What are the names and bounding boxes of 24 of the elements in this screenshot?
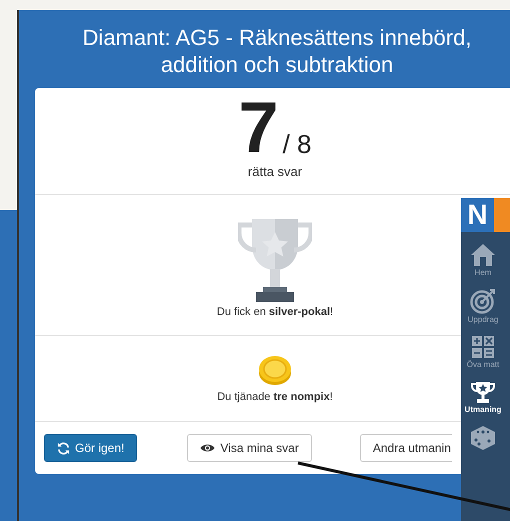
trophy-icon: [238, 217, 312, 302]
score-total: / 8: [282, 129, 312, 160]
logo-tile: [494, 198, 510, 232]
reward-message: Du tjänade tre nompix!: [217, 391, 333, 403]
eye-icon: [200, 443, 216, 453]
dice-icon: [470, 425, 496, 451]
retry-button[interactable]: Gör igen!: [44, 434, 138, 462]
nav-item[interactable]: Hem: [461, 243, 505, 277]
dialog-title: Diamant: AG5 - Räknesättens innebörd, addition och subtraktion: [82, 24, 472, 79]
trophy-icon: [471, 380, 495, 404]
nav-item[interactable]: Utmaning: [461, 380, 505, 414]
score-caption: rätta svar: [248, 164, 302, 179]
nav-item[interactable]: Uppdrag: [461, 288, 505, 324]
target-icon: [470, 288, 496, 314]
trophy-message: Du fick en silver-pokal!: [216, 306, 334, 318]
challenges-button[interactable]: Andra utmanin: [360, 434, 452, 462]
refresh-icon: [57, 442, 70, 454]
score-value: 7: [238, 92, 279, 164]
calculator-icon: [471, 335, 495, 359]
coin-icon: [258, 354, 292, 386]
home-icon: [470, 243, 496, 267]
logo-letter: N: [461, 198, 494, 232]
answers-button[interactable]: Visa mina svar: [187, 434, 312, 462]
nav-item[interactable]: Öva matt: [461, 335, 505, 369]
